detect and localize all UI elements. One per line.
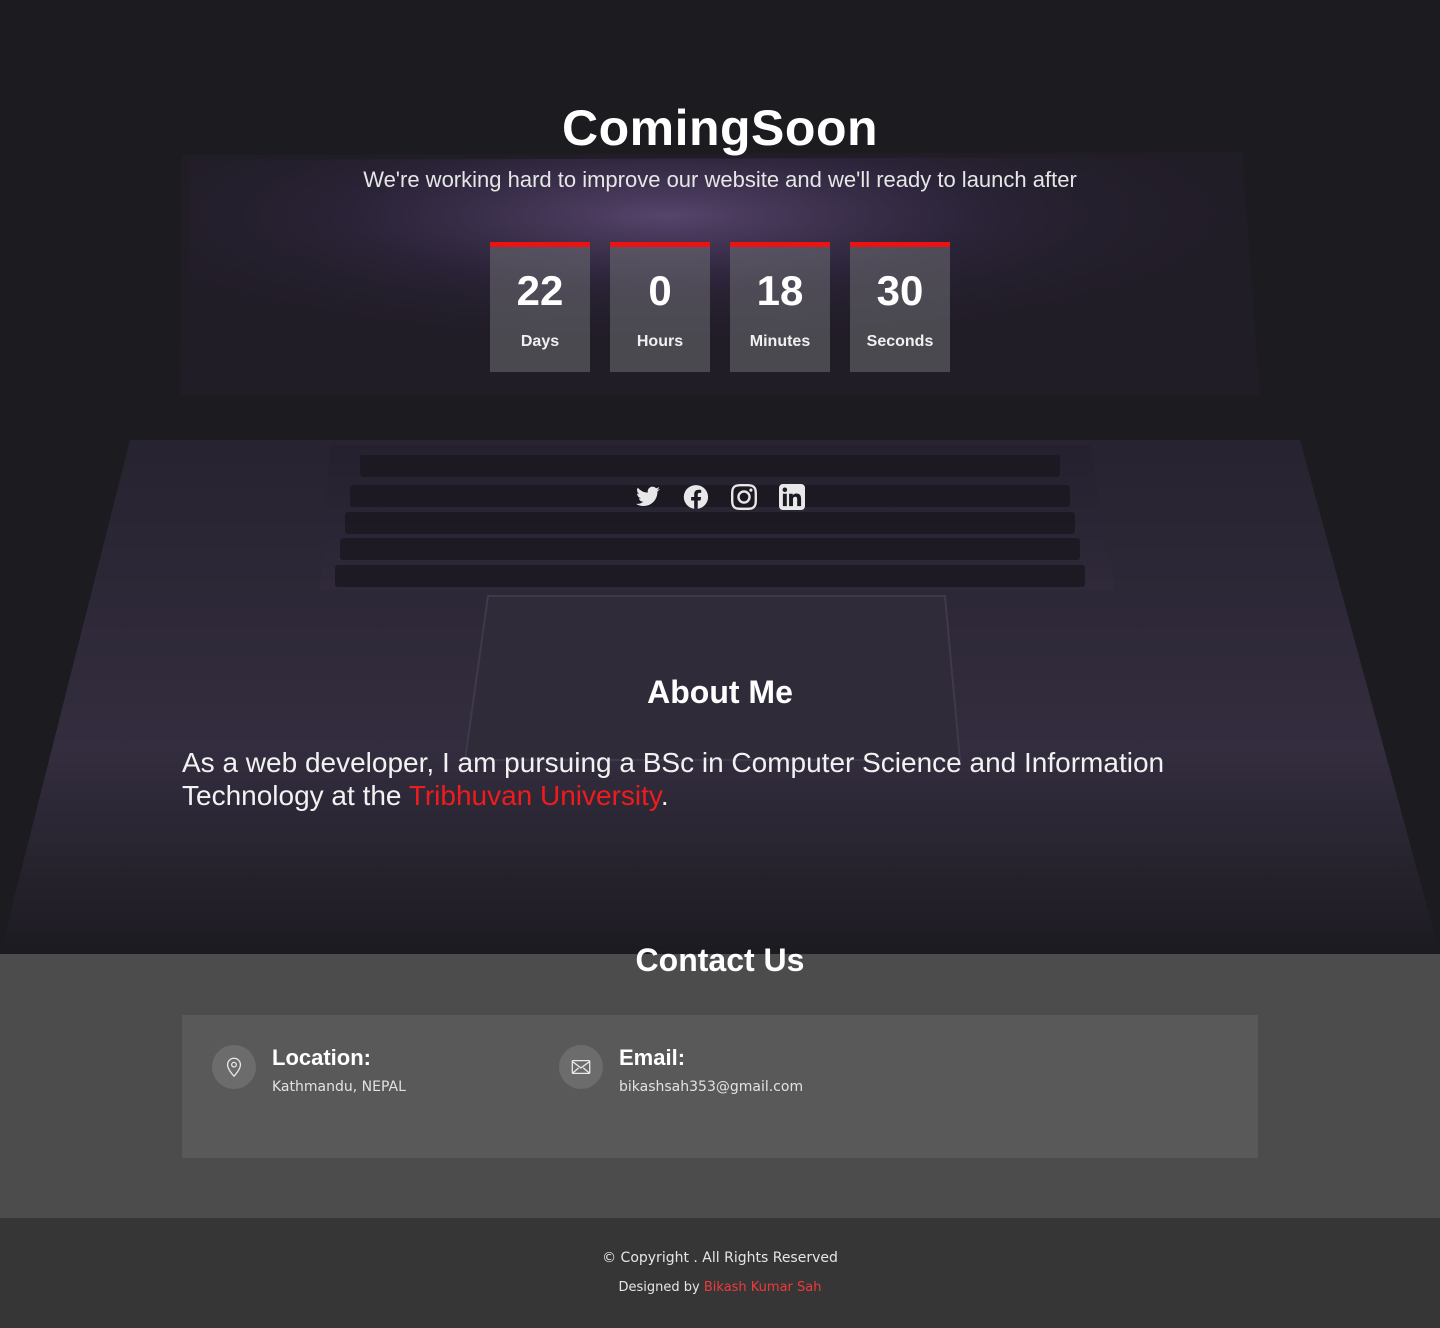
contact-section: Contact Us Location: Kathmandu, NEPAL Em… xyxy=(0,942,1440,1218)
location-value: Kathmandu, NEPAL xyxy=(272,1079,406,1095)
instagram-link[interactable] xyxy=(731,484,757,510)
envelope-icon xyxy=(571,1059,591,1075)
twitter-icon xyxy=(636,486,660,506)
social-links xyxy=(0,484,1440,510)
countdown-hours: 0 Hours xyxy=(610,242,710,372)
about-text: As a web developer, I am pursuing a BSc … xyxy=(182,746,1258,812)
linkedin-link[interactable] xyxy=(779,484,805,510)
linkedin-icon xyxy=(779,484,805,510)
countdown-days: 22 Days xyxy=(490,242,590,372)
countdown-label: Seconds xyxy=(866,333,934,350)
about-text-end: . xyxy=(660,780,669,811)
instagram-icon xyxy=(731,484,757,510)
about-text-start: As a web developer, I am pursuing a BSc … xyxy=(182,747,1165,811)
countdown-label: Hours xyxy=(636,333,684,350)
countdown-timer: 22 Days 0 Hours 18 Minutes 30 Seconds xyxy=(490,242,950,372)
twitter-link[interactable] xyxy=(635,484,661,510)
email-value[interactable]: bikashsah353@gmail.com xyxy=(619,1079,803,1095)
email-info: Email: bikashsah353@gmail.com xyxy=(559,1045,803,1095)
page-title: ComingSoon xyxy=(561,100,879,156)
copyright-text: © Copyright . All Rights Reserved xyxy=(602,1250,838,1266)
designer-link[interactable]: Bikash Kumar Sah xyxy=(704,1280,822,1295)
location-info: Location: Kathmandu, NEPAL xyxy=(212,1045,406,1095)
hero-section: ComingSoon We're working hard to improve… xyxy=(0,0,1440,954)
countdown-value: 30 xyxy=(876,267,924,314)
countdown-minutes: 18 Minutes xyxy=(730,242,830,372)
designed-by-label: Designed by xyxy=(618,1280,704,1295)
facebook-link[interactable] xyxy=(683,484,709,510)
about-title: About Me xyxy=(647,674,793,710)
location-icon-circle xyxy=(212,1045,256,1089)
countdown-value: 18 xyxy=(756,267,804,314)
university-link[interactable]: Tribhuvan University xyxy=(409,780,661,811)
contact-card: Location: Kathmandu, NEPAL Email: bikash… xyxy=(182,1015,1258,1158)
countdown-value: 0 xyxy=(648,267,672,314)
map-pin-icon xyxy=(226,1057,242,1078)
countdown-label: Minutes xyxy=(749,333,811,350)
location-label: Location: xyxy=(272,1045,371,1070)
facebook-icon xyxy=(683,485,709,509)
page-subtitle: We're working hard to improve our websit… xyxy=(363,167,1077,192)
designed-by-text: Designed by Bikash Kumar Sah xyxy=(0,1280,1440,1295)
email-icon-circle xyxy=(559,1045,603,1089)
countdown-seconds: 30 Seconds xyxy=(850,242,950,372)
countdown-value: 22 xyxy=(516,267,564,314)
contact-title: Contact Us xyxy=(635,942,805,978)
footer: © Copyright . All Rights Reserved Design… xyxy=(0,1218,1440,1328)
countdown-label: Days xyxy=(520,333,560,350)
email-label: Email: xyxy=(619,1045,686,1070)
